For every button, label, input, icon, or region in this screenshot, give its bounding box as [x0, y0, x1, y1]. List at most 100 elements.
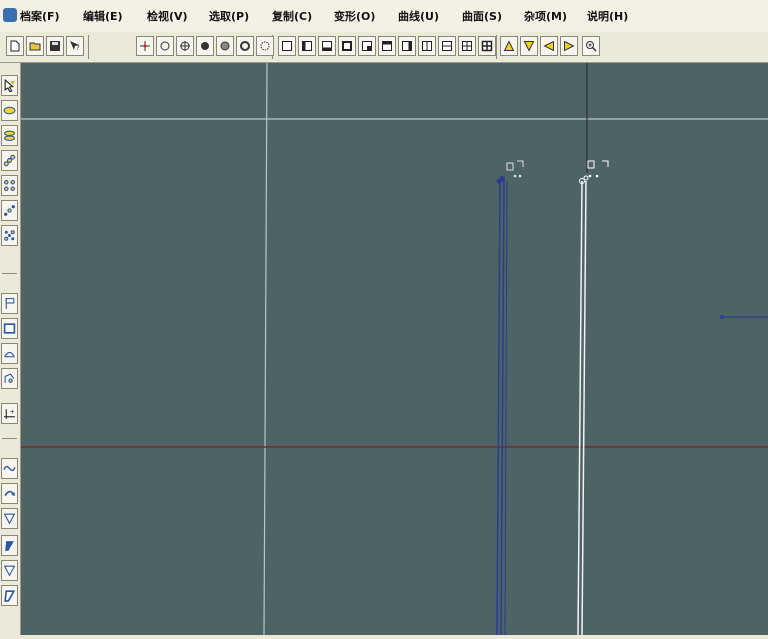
square-right-icon [401, 40, 413, 52]
grid-four-button[interactable] [458, 36, 476, 56]
split-horizontal-button[interactable] [438, 36, 456, 56]
svg-text:?: ? [76, 44, 80, 52]
point-button[interactable] [136, 36, 154, 56]
white-curve-object[interactable] [577, 160, 609, 636]
square-top-button[interactable] [378, 36, 396, 56]
flag-icon [3, 297, 16, 310]
help-button[interactable]: ? [66, 36, 84, 56]
triangle-up-icon [503, 40, 515, 52]
menu-item-8[interactable]: 杂项(M) [524, 8, 567, 24]
flag-button[interactable] [1, 293, 18, 314]
square-bottom-right-icon [361, 40, 373, 52]
split-vertical-button[interactable] [418, 36, 436, 56]
blue-line-stub[interactable] [720, 315, 768, 319]
diagonal-dots-icon [3, 204, 16, 217]
wave-icon [3, 462, 16, 475]
square-bottom-left-button[interactable] [298, 36, 316, 56]
toolbar-separator [88, 35, 89, 59]
gray-circle-icon [219, 40, 231, 52]
curve-select-button[interactable] [1, 368, 18, 389]
blue-curve-object[interactable] [496, 160, 524, 636]
split-vertical-icon [421, 40, 433, 52]
point-icon [139, 40, 151, 52]
crosshair-circle-button[interactable] [176, 36, 194, 56]
circle-button[interactable] [156, 36, 174, 56]
square-bottom-right-button[interactable] [358, 36, 376, 56]
square-thick-button[interactable] [338, 36, 356, 56]
grid-four-bold-button[interactable] [478, 36, 496, 56]
filled-circle-icon [199, 40, 211, 52]
viewport[interactable] [21, 62, 768, 636]
svg-text:+: + [10, 408, 15, 416]
diagonal-dots-button[interactable] [1, 200, 18, 221]
viewport-canvas[interactable] [21, 62, 768, 636]
arc-button[interactable] [1, 343, 18, 364]
select-ellipse-icon [3, 104, 16, 117]
grid-dots-button[interactable] [1, 175, 18, 196]
triangle-down-outline-button[interactable] [1, 508, 18, 529]
menu-item-3[interactable]: 选取(P) [209, 8, 249, 24]
square-button[interactable] [278, 36, 296, 56]
select-oval-button[interactable] [1, 125, 18, 146]
menu-bar: 档案(F) 编辑(E) 检视(V) 选取(P) 复制(C) 变形(O) 曲线(U) 曲面(S)… [0, 0, 768, 33]
square-top-icon [381, 40, 393, 52]
help-icon: ? [69, 40, 81, 52]
axis-plus-button[interactable]: + [1, 403, 18, 424]
triangle-down-button[interactable] [520, 36, 538, 56]
open-file-icon [29, 40, 41, 52]
menu-item-1[interactable]: 编辑(E) [83, 8, 123, 24]
triangle-fill-button[interactable] [1, 560, 18, 581]
rectangle-button[interactable] [1, 318, 18, 339]
wave-button[interactable] [1, 458, 18, 479]
filled-circle-button[interactable] [196, 36, 214, 56]
axis-plus-icon: + [3, 407, 16, 420]
arrow-curve-icon [3, 487, 16, 500]
menu-item-0[interactable]: 档案(F) [20, 8, 60, 24]
triangle-up-button[interactable] [500, 36, 518, 56]
scatter-select-button[interactable] [1, 150, 18, 171]
new-file-button[interactable] [6, 36, 24, 56]
curve-select-icon [3, 372, 16, 385]
ring-icon [239, 40, 251, 52]
arrow-curve-button[interactable] [1, 483, 18, 504]
save-file-icon [49, 40, 61, 52]
ring-button[interactable] [236, 36, 254, 56]
triangle-right-button[interactable] [560, 36, 578, 56]
gray-circle-button[interactable] [216, 36, 234, 56]
zoom-button[interactable] [582, 36, 600, 56]
arc-icon [3, 347, 16, 360]
grid-dots-icon [3, 179, 16, 192]
menu-item-6[interactable]: 曲线(U) [398, 8, 439, 24]
square-bottom-button[interactable] [318, 36, 336, 56]
rectangle-icon [3, 322, 16, 335]
open-file-button[interactable] [26, 36, 44, 56]
square-icon [281, 40, 293, 52]
left-toolbar: + [0, 63, 21, 635]
dotted-circle-button[interactable] [256, 36, 274, 56]
square-bottom-left-icon [301, 40, 313, 52]
menu-item-4[interactable]: 复制(C) [272, 8, 312, 24]
triangle-fill-icon [3, 564, 16, 577]
app-logo-icon [3, 8, 17, 22]
crosshair-circle-icon [179, 40, 191, 52]
menu-item-5[interactable]: 变形(O) [334, 8, 375, 24]
slant-blue-2-button[interactable] [1, 585, 18, 606]
triangle-down-icon [523, 40, 535, 52]
select-arrow-button[interactable] [1, 75, 18, 96]
triangle-down-outline-icon [3, 512, 16, 525]
grid-four-bold-icon [481, 40, 493, 52]
left-toolbar-separator [2, 273, 17, 274]
dot-grid-button[interactable] [1, 225, 18, 246]
triangle-left-button[interactable] [540, 36, 558, 56]
menu-item-2[interactable]: 检视(V) [147, 8, 188, 24]
dotted-circle-icon [259, 40, 271, 52]
save-file-button[interactable] [46, 36, 64, 56]
square-right-button[interactable] [398, 36, 416, 56]
menu-item-7[interactable]: 曲面(S) [462, 8, 502, 24]
select-ellipse-button[interactable] [1, 100, 18, 121]
menu-item-9[interactable]: 说明(H) [587, 8, 628, 24]
left-toolbar-separator [2, 438, 17, 439]
square-bottom-icon [321, 40, 333, 52]
new-file-icon [9, 40, 21, 52]
slant-blue-button[interactable] [1, 535, 18, 556]
